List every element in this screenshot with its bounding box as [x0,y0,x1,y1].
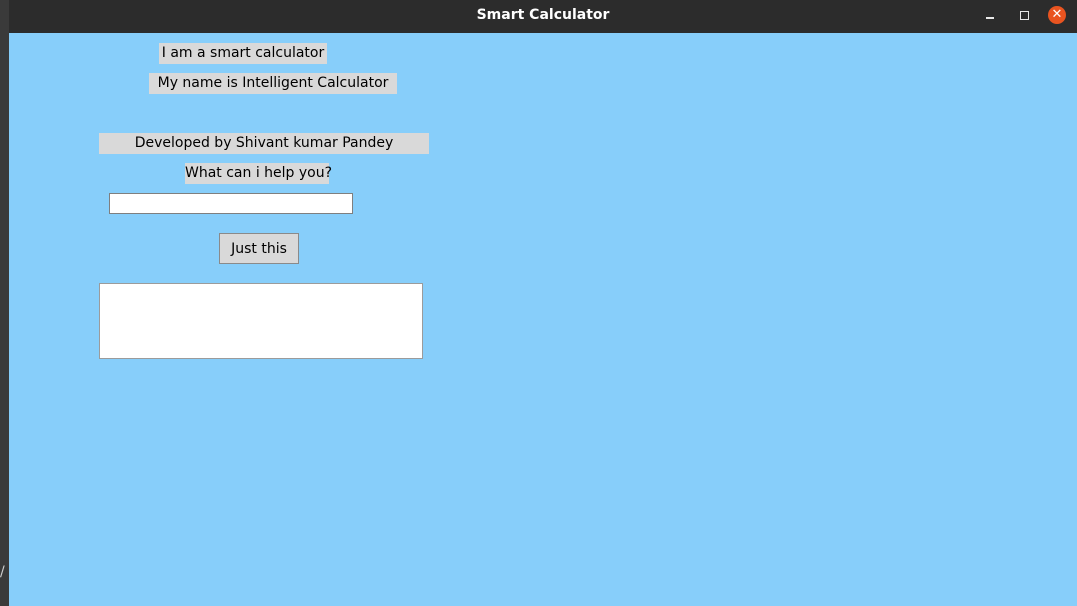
window-title: Smart Calculator [476,7,610,23]
maximize-button[interactable] [1015,6,1033,24]
desktop-edge-mark: / [0,564,5,580]
close-icon: ✕ [1051,7,1063,22]
minimize-button[interactable] [981,6,999,24]
name-label: My name is Intelligent Calculator [149,73,397,94]
developer-label: Developed by Shivant kumar Pandey [99,133,429,154]
title-bar[interactable]: Smart Calculator ✕ [9,0,1077,33]
desktop-edge: / [0,0,9,606]
calculator-window-body: I am a smart calculator My name is Intel… [9,33,1077,606]
query-input[interactable] [109,193,353,214]
intro-label: I am a smart calculator [159,43,327,64]
just-this-button[interactable]: Just this [219,233,299,264]
prompt-label: What can i help you? [185,163,332,184]
result-output[interactable] [99,283,423,359]
close-button[interactable]: ✕ [1048,6,1066,24]
